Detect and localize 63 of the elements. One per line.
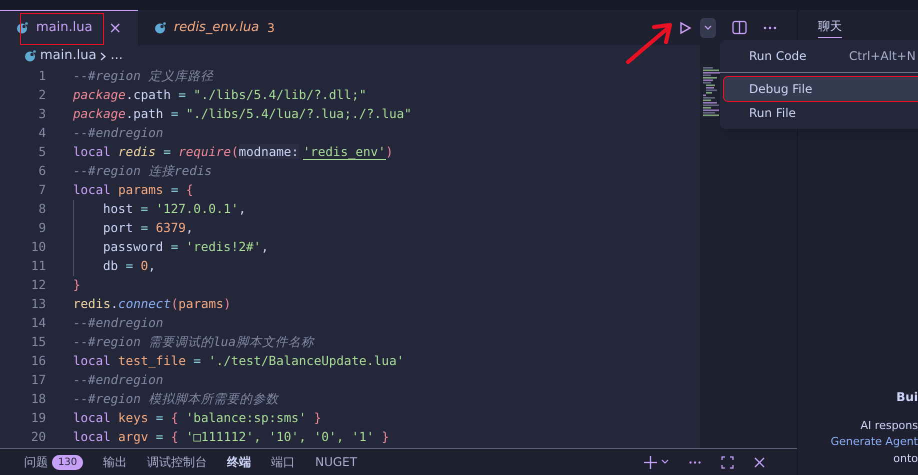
code-line: --#endregion [73, 124, 164, 142]
line-number: 8 [37, 200, 46, 218]
line-number: 7 [37, 181, 46, 200]
chat-text: AI respons [860, 418, 918, 434]
line-number: 18 [30, 390, 46, 408]
line-number: 2 [37, 86, 46, 104]
menu-item[interactable]: Debug File [724, 77, 918, 101]
code-line: port = 6379, [103, 219, 194, 238]
line-number: 16 [30, 352, 46, 370]
line-number: 15 [30, 333, 46, 352]
code-line: --#endregion [73, 314, 164, 332]
code-line: } [73, 276, 81, 294]
line-number: 1 [37, 67, 46, 86]
code-line: package.path = "./libs/5.4/lua/?.lua;./?.lua" [73, 105, 412, 124]
code-line: password = 'redis!2#', [103, 238, 269, 256]
panel-tab[interactable]: 输出 [103, 453, 128, 471]
code-line: --#region 定义库路径 [73, 67, 214, 86]
line-number: 19 [30, 409, 46, 428]
line-number: 13 [30, 295, 46, 314]
code-line: local redis = require(modname: 'redis_env') [73, 143, 394, 162]
panel-tab[interactable]: 端口 [271, 453, 296, 471]
line-number: 9 [37, 219, 46, 238]
panel-tab[interactable]: 终端 [227, 453, 252, 471]
code-line: --#region 需要调试的lua脚本文件名称 [73, 333, 314, 352]
panel-tab[interactable]: NUGET [315, 453, 358, 471]
close-tab-button[interactable]: × [108, 16, 122, 40]
problem-count: 3 [267, 20, 275, 36]
code-line: local params = { [73, 181, 194, 200]
panel-tab[interactable]: 问题 130 [24, 453, 84, 471]
code-line: redis.connect(params) [73, 295, 232, 314]
chat-tab[interactable]: 聊天 [818, 17, 842, 38]
line-number: 5 [37, 143, 46, 162]
line-number: 12 [30, 276, 46, 294]
code-line: --#region 连接redis [73, 162, 212, 180]
menu-item[interactable]: Run Code Ctrl+Alt+N [724, 44, 918, 68]
code-line: --#endregion [73, 371, 164, 390]
code-line: package.cpath = "./libs/5.4/lib/?.dll;" [73, 86, 367, 104]
shortcut-label: Ctrl+Alt+N [849, 48, 916, 65]
tab-label: main.lua [36, 19, 92, 38]
editor-tab[interactable]: main.lua × [0, 10, 138, 45]
code-line: local keys = { 'balance:sp:sms' } [73, 409, 322, 428]
problem-count-badge: 130 [52, 454, 84, 470]
code-line: local test_file = './test/BalanceUpdate.lua' [73, 352, 404, 370]
code-line: db = 0, [103, 257, 156, 276]
code-line: local argv = { '□111112', '10', '0', '1' } [73, 428, 390, 446]
chat-title: Bui [896, 388, 918, 406]
tab-label: redis_env.lua [174, 18, 260, 37]
line-number: 10 [30, 238, 46, 256]
chat-text: onto [893, 450, 918, 466]
breadcrumb-item[interactable]: main.lua [40, 46, 96, 66]
line-number: 3 [37, 105, 46, 124]
line-number: 17 [30, 371, 46, 390]
line-number: 6 [37, 162, 46, 180]
panel-tab[interactable]: 调试控制台 [147, 453, 208, 471]
code-line: host = '127.0.0.1', [103, 200, 246, 218]
breadcrumb-item[interactable]: ... [110, 46, 123, 66]
generate-agent-link[interactable]: Generate Agent [830, 434, 918, 450]
line-number: 11 [30, 257, 46, 276]
line-number: 4 [37, 124, 46, 142]
line-number: 14 [30, 314, 46, 332]
menu-item[interactable]: Run File [724, 101, 918, 125]
line-number: 20 [30, 428, 46, 446]
code-line: --#region 模拟脚本所需要的参数 [73, 390, 278, 408]
